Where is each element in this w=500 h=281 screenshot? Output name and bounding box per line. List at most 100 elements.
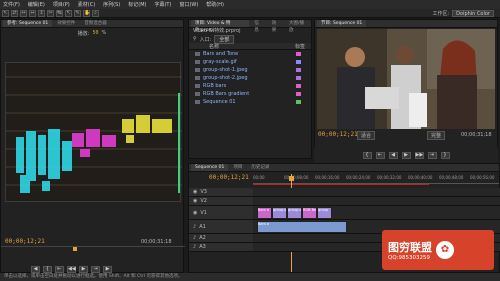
track-name[interactable]: A3 <box>199 244 206 250</box>
tab-scope-2[interactable]: 音频混合器 <box>80 20 111 27</box>
label-color-swatch[interactable] <box>296 84 301 88</box>
rolling-icon[interactable]: ⇔ <box>29 9 36 17</box>
label-color-swatch[interactable] <box>296 52 301 56</box>
zoom-dropdown[interactable]: 适合 <box>357 131 376 140</box>
razor-icon[interactable]: ✂ <box>47 9 54 17</box>
workspace-switcher[interactable]: 工作区: Dolphin Color <box>432 9 494 18</box>
track-select-icon[interactable]: ⇄ <box>11 9 18 17</box>
track-v2: ◉ V2 <box>189 197 500 206</box>
menu-item[interactable]: 文件(F) <box>3 1 20 8</box>
program-go-in-button[interactable]: ⇤ <box>375 151 385 159</box>
label-color-swatch[interactable] <box>296 68 301 72</box>
program-step-back-button[interactable]: ◀ <box>388 151 398 159</box>
tab-project-3[interactable]: 大图/播放 <box>285 20 311 33</box>
project-item-name: Bars and Tone <box>203 51 239 57</box>
tab-scope-1[interactable]: 效果控件 <box>53 20 79 27</box>
slide-icon[interactable]: ↸ <box>65 9 72 17</box>
pen-icon[interactable]: ✎ <box>74 9 81 17</box>
video-clip[interactable]: group <box>317 207 332 219</box>
column-label[interactable]: 标签 <box>295 43 305 50</box>
track-name[interactable]: V1 <box>200 210 207 216</box>
tab-timeline-1[interactable]: 项目 <box>229 164 246 171</box>
speaker-icon[interactable]: ♪ <box>193 244 196 250</box>
go-to-out-button[interactable]: ⇥ <box>91 266 100 273</box>
video-clip[interactable]: Bars a <box>257 207 272 219</box>
tab-project-1[interactable]: 信息 <box>250 20 266 33</box>
workspace-dropdown[interactable]: Dolphin Color <box>452 10 494 17</box>
scope-playhead[interactable] <box>73 247 77 251</box>
video-clip[interactable]: group-s <box>287 207 302 219</box>
project-item[interactable]: group-shot-1.jpeg <box>189 66 311 74</box>
rgb-parade-scope <box>5 62 182 202</box>
go-to-in-button[interactable]: ⇤ <box>55 266 64 273</box>
speaker-icon[interactable]: ♪ <box>193 224 196 230</box>
hand-icon[interactable]: ✋ <box>83 9 90 17</box>
audio-clip[interactable]: Bars a <box>257 221 347 233</box>
label-color-swatch[interactable] <box>296 60 301 64</box>
track-name[interactable]: A1 <box>199 224 206 230</box>
work-area-bar[interactable] <box>253 184 429 185</box>
scope-scrubber[interactable] <box>1 246 185 247</box>
scope-timecode-current[interactable]: 00;00;12;21 <box>5 238 45 245</box>
menu-item[interactable]: 字幕(T) <box>154 1 171 8</box>
step-forward-button[interactable]: ▶ <box>103 266 112 273</box>
select-tool-icon[interactable]: ↖ <box>2 9 9 17</box>
label-color-swatch[interactable] <box>296 76 301 80</box>
menu-item[interactable]: 项目(P) <box>53 1 70 8</box>
track-name[interactable]: V2 <box>200 198 207 204</box>
zoom-icon[interactable]: ⌕ <box>92 9 99 17</box>
column-name[interactable]: 名称 <box>209 43 219 50</box>
track-header: ◉ V2 <box>189 197 253 205</box>
program-play-button[interactable]: ▶ <box>401 151 411 159</box>
menu-item[interactable]: 标记(M) <box>128 1 146 8</box>
program-mark-in-button[interactable]: { <box>362 151 372 159</box>
playback-unit: % <box>101 30 107 36</box>
playback-value[interactable]: 50 <box>92 30 98 36</box>
menu-item[interactable]: 编辑(E) <box>28 1 45 8</box>
eye-icon[interactable]: ◉ <box>193 198 197 204</box>
quality-dropdown[interactable]: 完整 <box>427 131 446 140</box>
slip-icon[interactable]: ↹ <box>56 9 63 17</box>
play-button[interactable]: ▶ <box>79 266 88 273</box>
program-timecode-current[interactable]: 00;00;12;21 <box>318 131 358 138</box>
timeline-timecode[interactable]: 00;00;12;21 <box>209 174 249 181</box>
project-item[interactable]: gray-scale.gif <box>189 58 311 66</box>
video-clip[interactable]: RGB Bars g <box>302 207 317 219</box>
program-mark-out-button[interactable]: } <box>440 151 450 159</box>
project-item[interactable]: group-shot-2.jpeg <box>189 74 311 82</box>
project-item[interactable]: RGB Bars gradient <box>189 90 311 98</box>
tab-scope-0[interactable]: 参考: Sequence 01 <box>3 20 53 27</box>
menu-item[interactable]: 帮助(H) <box>206 1 224 8</box>
tab-project-2[interactable]: 效果 <box>268 20 284 33</box>
ruler-label: 00;00;16;00 <box>315 175 340 180</box>
eye-icon[interactable]: ◉ <box>193 189 197 195</box>
project-item[interactable]: Bars and Tone <box>189 50 311 58</box>
menu-item[interactable]: 素材(C) <box>78 1 95 8</box>
label-color-swatch[interactable] <box>296 92 301 96</box>
tab-program[interactable]: 节目: Sequence 01 <box>317 20 367 27</box>
rate-stretch-icon[interactable]: ↕ <box>38 9 45 17</box>
menu-item[interactable]: 窗口(W) <box>179 1 198 8</box>
program-step-forward-button[interactable]: ▶▶ <box>414 151 424 159</box>
menu-item[interactable]: 序列(S) <box>103 1 120 8</box>
track-name[interactable]: V3 <box>200 189 207 195</box>
step-back-button[interactable]: ◀ <box>31 266 40 273</box>
mark-in-button[interactable]: { <box>43 266 52 273</box>
program-transport: { ⇤ ◀ ▶ ▶▶ ⇥ } <box>314 147 498 163</box>
project-item[interactable]: Sequence 01 <box>189 98 311 106</box>
label-color-swatch[interactable] <box>296 100 301 104</box>
tab-project-0[interactable]: 项目: Video & 特效.prproj <box>191 20 250 33</box>
track-header: ◉ V1 <box>189 206 253 219</box>
tab-timeline-0[interactable]: Sequence 01 <box>191 164 229 171</box>
tab-timeline-2[interactable]: 历史记录 <box>247 164 273 171</box>
rewind-button[interactable]: ◀◀ <box>67 266 76 273</box>
video-clip[interactable]: group-s <box>272 207 287 219</box>
project-item[interactable]: RGB bars <box>189 82 311 90</box>
ripple-icon[interactable]: ↔ <box>20 9 27 17</box>
project-item-name: group-shot-2.jpeg <box>203 75 248 81</box>
playhead-handle[interactable] <box>289 176 294 181</box>
speaker-icon[interactable]: ♪ <box>193 235 196 241</box>
eye-icon[interactable]: ◉ <box>193 210 197 216</box>
track-name[interactable]: A2 <box>199 235 206 241</box>
program-go-out-button[interactable]: ⇥ <box>427 151 437 159</box>
